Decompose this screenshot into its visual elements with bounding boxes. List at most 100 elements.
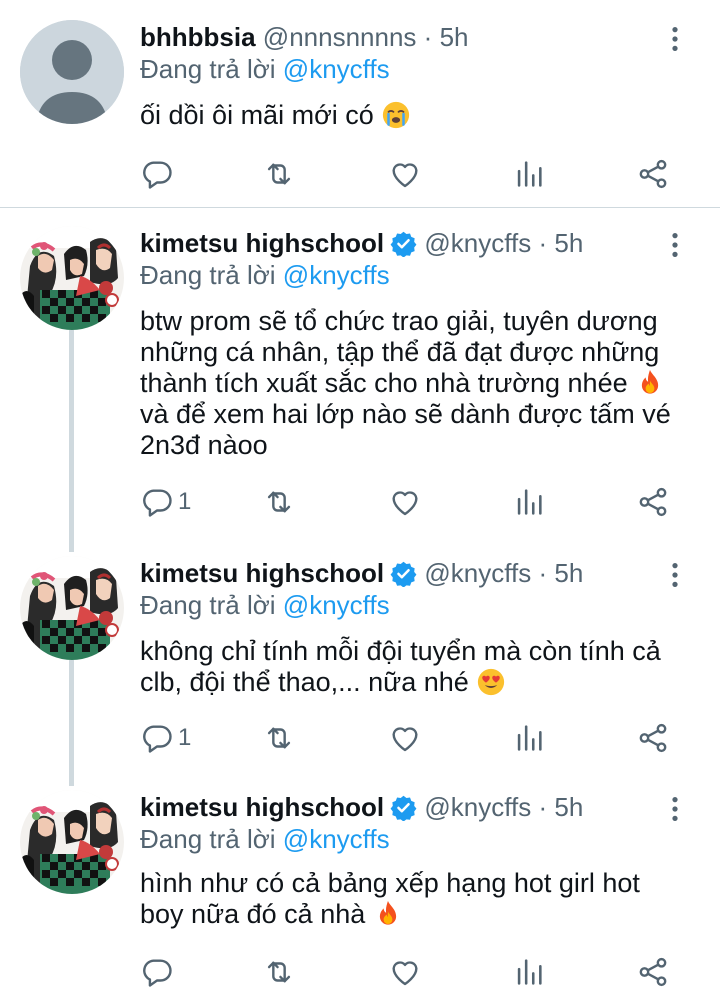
divider — [0, 207, 720, 208]
analytics-button[interactable] — [512, 718, 546, 758]
tweet-actions — [140, 952, 680, 992]
share-button[interactable] — [636, 952, 670, 992]
verified-badge-icon — [390, 560, 417, 587]
replying-to: Đang trả lời @knycffs — [140, 822, 390, 856]
thread-connector — [69, 330, 74, 552]
separator-dot: · — [423, 22, 433, 52]
like-button[interactable] — [388, 154, 422, 194]
tweet-2[interactable]: kimetsu highschool @knycffs · 5h Đang tr… — [0, 226, 720, 556]
retweet-button[interactable] — [262, 952, 296, 992]
thread-connector — [69, 660, 74, 786]
avatar[interactable] — [20, 790, 124, 894]
avatar[interactable] — [20, 556, 124, 660]
tweet-text: btw prom sẽ tổ chức trao giải, tuyên dươ… — [140, 306, 700, 461]
avatar[interactable] — [20, 20, 124, 124]
retweet-button[interactable] — [262, 718, 296, 758]
more-options-icon[interactable] — [660, 230, 690, 260]
tweet-header: bhhbbsia @nnnsnnnns · 5h — [140, 20, 468, 54]
more-options-icon[interactable] — [660, 560, 690, 590]
bar-chart-icon — [512, 485, 546, 519]
tweet-actions — [140, 154, 680, 194]
tweet-1[interactable]: bhhbbsia @nnnsnnnns · 5h Đang trả lời @k… — [0, 20, 720, 208]
verified-badge-icon — [390, 794, 417, 821]
separator-dot: · — [538, 558, 548, 588]
avatar[interactable] — [20, 226, 124, 330]
share-button[interactable] — [636, 718, 670, 758]
retweet-button[interactable] — [262, 482, 296, 522]
analytics-button[interactable] — [512, 154, 546, 194]
fire-emoji-icon — [635, 368, 665, 398]
tweet-actions: 1 — [140, 718, 680, 758]
tweet-header: kimetsu highschool @knycffs · 5h — [140, 226, 583, 260]
reply-button[interactable] — [140, 154, 178, 194]
fire-emoji-icon — [373, 899, 403, 929]
share-icon — [636, 157, 670, 191]
user-handle[interactable]: @nnnsnnnns — [263, 22, 417, 52]
tweet-header: kimetsu highschool @knycffs · 5h — [140, 556, 583, 590]
retweet-button[interactable] — [262, 154, 296, 194]
anime-avatar-image — [20, 226, 124, 330]
display-name[interactable]: kimetsu highschool — [140, 792, 384, 822]
replying-prefix: Đang trả lời — [140, 54, 276, 84]
display-name[interactable]: bhhbbsia — [140, 22, 256, 52]
display-name[interactable]: kimetsu highschool — [140, 558, 384, 588]
tweet-header: kimetsu highschool @knycffs · 5h — [140, 790, 583, 824]
tweet-3[interactable]: kimetsu highschool @knycffs · 5h Đang tr… — [0, 556, 720, 786]
replying-to: Đang trả lời @knycffs — [140, 258, 390, 292]
tweet-4[interactable]: kimetsu highschool @knycffs · 5h Đang tr… — [0, 790, 720, 984]
tweet-text-line: ối dồi ôi mãi mới có — [140, 100, 374, 130]
tweet-text-line: và để xem hai lớp nào sẽ dành được tấm v… — [140, 399, 671, 429]
tweet-actions: 1 — [140, 482, 680, 522]
analytics-button[interactable] — [512, 482, 546, 522]
default-avatar-icon — [20, 20, 124, 124]
tweet-text-line: clb, đội thể thao,... nữa nhé — [140, 667, 700, 698]
tweet-text-line: btw prom sẽ tổ chức trao giải, tuyên dươ… — [140, 306, 658, 336]
display-name[interactable]: kimetsu highschool — [140, 228, 384, 258]
share-button[interactable] — [636, 482, 670, 522]
tweet-text: không chỉ tính mỗi đội tuyển mà còn tính… — [140, 636, 700, 698]
tweet-text-line: boy nữa đó cả nhà — [140, 899, 700, 930]
replying-mention-link[interactable]: @knycffs — [283, 260, 390, 290]
user-handle[interactable]: @knycffs — [424, 558, 531, 588]
timestamp[interactable]: 5h — [554, 792, 583, 822]
reply-button[interactable] — [140, 952, 178, 992]
share-button[interactable] — [636, 154, 670, 194]
tweet-text-line: những cá nhân, tập thể đã đạt được những — [140, 337, 660, 367]
replying-mention-link[interactable]: @knycffs — [283, 590, 390, 620]
retweet-icon — [262, 485, 296, 519]
separator-dot: · — [538, 792, 548, 822]
retweet-icon — [262, 157, 296, 191]
heart-icon — [388, 721, 422, 755]
timestamp[interactable]: 5h — [554, 558, 583, 588]
reply-button[interactable]: 1 — [140, 482, 191, 522]
user-handle[interactable]: @knycffs — [424, 792, 531, 822]
more-options-icon[interactable] — [660, 24, 690, 54]
user-handle[interactable]: @knycffs — [424, 228, 531, 258]
like-button[interactable] — [388, 952, 422, 992]
timestamp[interactable]: 5h — [440, 22, 469, 52]
reply-icon — [140, 485, 174, 519]
anime-avatar-image — [20, 556, 124, 660]
retweet-icon — [262, 721, 296, 755]
like-button[interactable] — [388, 482, 422, 522]
separator-dot: · — [538, 228, 548, 258]
reply-button[interactable]: 1 — [140, 718, 191, 758]
bar-chart-icon — [512, 157, 546, 191]
timestamp[interactable]: 5h — [554, 228, 583, 258]
heart-icon — [388, 485, 422, 519]
analytics-button[interactable] — [512, 952, 546, 992]
replying-mention-link[interactable]: @knycffs — [283, 824, 390, 854]
replying-prefix: Đang trả lời — [140, 260, 276, 290]
reply-icon — [140, 157, 174, 191]
more-options-icon[interactable] — [660, 794, 690, 824]
crying-face-emoji-icon — [381, 100, 411, 130]
replying-to: Đang trả lời @knycffs — [140, 52, 390, 86]
tweet-text: ối dồi ôi mãi mới có — [140, 100, 700, 131]
tweet-text-line: thành tích xuất sắc cho nhà trường nhée — [140, 368, 700, 399]
share-icon — [636, 721, 670, 755]
tweet-text-line: hình như có cả bảng xếp hạng hot girl ho… — [140, 868, 640, 898]
replying-mention-link[interactable]: @knycffs — [283, 54, 390, 84]
share-icon — [636, 485, 670, 519]
tweet-text-line: 2n3đ nàoo — [140, 430, 268, 460]
like-button[interactable] — [388, 718, 422, 758]
